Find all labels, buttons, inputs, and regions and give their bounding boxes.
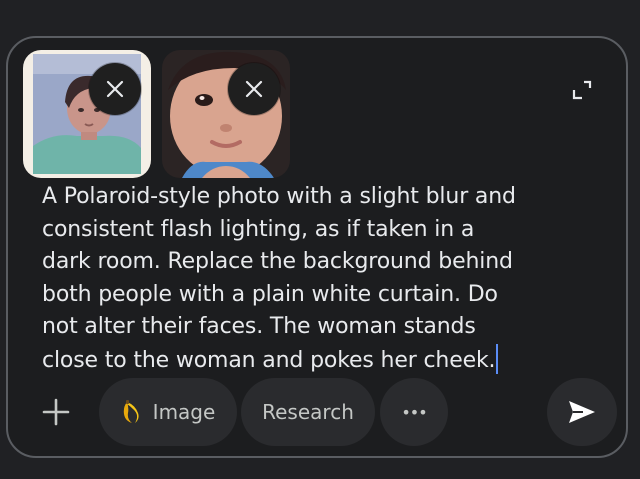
add-button[interactable]: [36, 392, 76, 432]
image-tool-label: Image: [152, 400, 216, 424]
banana-icon: [121, 399, 145, 425]
more-tools-button[interactable]: •••: [380, 378, 448, 446]
expand-icon: [572, 80, 592, 100]
plus-icon: [42, 398, 70, 426]
close-icon: [245, 80, 263, 98]
research-tool-label: Research: [262, 400, 354, 424]
prompt-line: consistent flash lighting, as if taken i…: [42, 216, 475, 242]
send-icon: [569, 401, 595, 423]
remove-attachment-2-button[interactable]: [228, 63, 280, 115]
prompt-line: A Polaroid-style photo with a slight blu…: [42, 184, 516, 209]
prompt-line: not alter their faces. The woman stands: [42, 314, 476, 340]
research-tool-button[interactable]: Research: [241, 378, 375, 446]
prompt-line: dark room. Replace the background behind: [42, 249, 513, 275]
text-caret: [496, 343, 499, 374]
expand-button[interactable]: [570, 78, 594, 102]
prompt-line: both people with a plain white curtain. …: [42, 281, 498, 307]
prompt-input[interactable]: A Polaroid-style photo with a slight blu…: [42, 181, 562, 378]
image-tool-button[interactable]: Image: [99, 378, 237, 446]
more-icon: •••: [401, 402, 427, 422]
close-icon: [106, 80, 124, 98]
send-button[interactable]: [547, 378, 617, 446]
remove-attachment-1-button[interactable]: [89, 63, 141, 115]
prompt-line: close to the woman and pokes her cheek.: [42, 347, 496, 373]
